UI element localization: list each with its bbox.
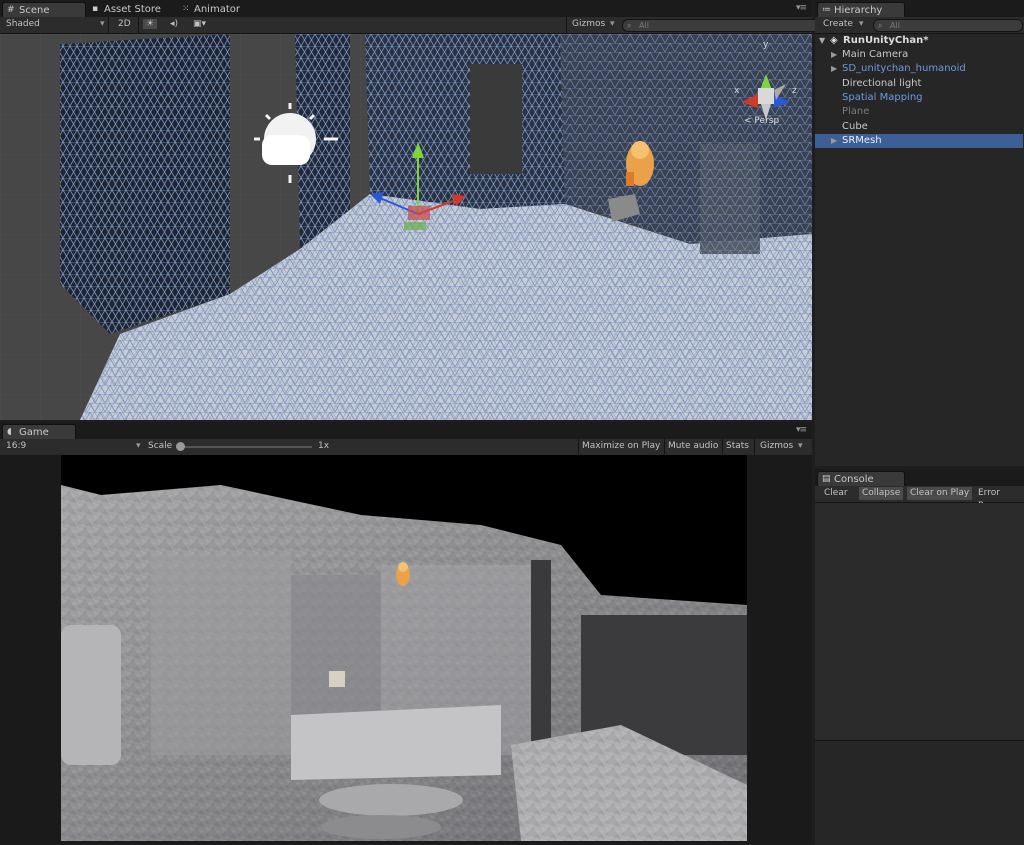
scene-audio-icon[interactable]: ◂) [170, 19, 178, 29]
scene-search-input[interactable]: ⌕ All [622, 19, 826, 32]
tab-asset-store-label: Asset Store [104, 4, 161, 15]
game-icon: ◖ [7, 427, 12, 437]
aspect-dropdown[interactable]: 16:9 [6, 441, 26, 451]
hierarchy-item[interactable]: Directional light [815, 77, 1023, 91]
mute-audio-toggle[interactable]: Mute audio [668, 441, 718, 451]
console-log-area[interactable] [815, 503, 1024, 739]
console-tabbar: ▤ Console [815, 469, 1024, 487]
game-toolbar: 16:9 ▾ Scale 1x Maximize on Play Mute au… [0, 439, 812, 456]
scene-toolbar: Shaded ▾ 2D ☀ ◂) ▣▾ Gizmos ▾ ⌕ All [0, 17, 826, 34]
hierarchy-item-label: SRMesh [842, 134, 882, 146]
draw-mode-dropdown[interactable]: Shaded [6, 19, 40, 29]
gizmos-arrow-icon: ▾ [610, 19, 615, 29]
tab-animator-label: Animator [194, 4, 240, 15]
tab-console[interactable]: ▤ Console [817, 471, 905, 487]
console-error-pause-toggle[interactable]: Error Pause [975, 487, 1024, 511]
panel-menu-icon[interactable]: ▾≡ [796, 3, 807, 13]
tab-game-label: Game [19, 427, 49, 438]
console-detail-area[interactable] [815, 740, 1024, 845]
hierarchy-item[interactable]: Plane [815, 105, 1023, 119]
scale-value: 1x [318, 441, 330, 451]
gizmo-axis-z: z [792, 86, 797, 96]
hierarchy-item-label: SD_unitychan_humanoid [842, 63, 966, 75]
projection-value: Persp [754, 116, 780, 126]
scene-tabbar: # Scene ▪ Asset Store ⁙ Animator ▾≡ [0, 0, 812, 18]
hierarchy-item[interactable]: ▶ Main Camera [815, 48, 1023, 62]
tab-animator[interactable]: ⁙ Animator [178, 2, 264, 17]
console-collapse-toggle[interactable]: Collapse [859, 487, 904, 500]
hierarchy-item[interactable]: Cube [815, 120, 1023, 134]
hierarchy-item[interactable]: ▶ SRMesh [815, 133, 1023, 148]
hierarchy-item-label: Plane [842, 106, 870, 118]
projection-label[interactable]: < Persp [744, 116, 779, 126]
hierarchy-search-placeholder: All [890, 21, 900, 30]
scene-viewport[interactable]: y x z < Persp [0, 34, 812, 420]
hierarchy-item[interactable]: ▶ SD_unitychan_humanoid [815, 62, 1023, 76]
maximize-on-play-toggle[interactable]: Maximize on Play [582, 441, 660, 451]
hierarchy-item-label: Spatial Mapping [842, 91, 923, 103]
create-dropdown[interactable]: Create [823, 19, 853, 29]
scene-lighting-icon[interactable]: ☀ [143, 19, 158, 29]
game-render [61, 455, 747, 841]
tab-hierarchy-label: Hierarchy [834, 5, 883, 16]
console-panel: ▤ Console Clear Collapse Clear on Play E… [815, 469, 1024, 845]
hierarchy-icon: ≔ [822, 5, 831, 15]
unity-scene-icon: ◈ [830, 35, 838, 46]
game-tabbar: ◖ Game ▾≡ [0, 422, 812, 440]
bag-icon: ▪ [92, 4, 99, 14]
toggle-2d-button[interactable]: 2D [118, 19, 131, 29]
tab-scene-label: Scene [19, 5, 50, 16]
console-clear-on-play-toggle[interactable]: Clear on Play [907, 487, 973, 500]
scene-root-row[interactable]: ▼ ◈ RunUnityChan* [815, 34, 1023, 48]
hierarchy-item-label: Directional light [842, 77, 922, 89]
tab-console-label: Console [834, 474, 874, 485]
scale-slider-track[interactable] [180, 446, 312, 448]
search-icon: ⌕ [627, 21, 632, 30]
expand-arrow-icon[interactable]: ▶ [831, 134, 837, 148]
gizmo-axis-y: y [763, 40, 769, 50]
tab-game[interactable]: ◖ Game [2, 424, 76, 440]
console-clear-button[interactable]: Clear [821, 487, 851, 500]
aspect-arrow-icon: ▾ [136, 441, 141, 451]
game-gizmos-arrow-icon: ▾ [798, 441, 803, 451]
scene-render [0, 34, 812, 420]
hierarchy-item[interactable]: Spatial Mapping [815, 91, 1023, 105]
scene-name: RunUnityChan* [843, 35, 929, 46]
scale-label: Scale [148, 441, 173, 451]
game-panel-menu-icon[interactable]: ▾≡ [796, 425, 807, 435]
scene-effects-icon[interactable]: ▣▾ [193, 19, 206, 29]
animator-icon: ⁙ [182, 4, 190, 14]
scene-gizmos-dropdown[interactable]: Gizmos [572, 19, 605, 29]
tab-asset-store[interactable]: ▪ Asset Store [88, 2, 180, 17]
game-viewport[interactable] [0, 455, 812, 844]
game-gizmos-dropdown[interactable]: Gizmos [760, 441, 793, 451]
hierarchy-toolbar: Create ▾ ⌕ All [815, 17, 1024, 34]
hierarchy-panel: ≔ Hierarchy Create ▾ ⌕ All ▼ ◈ RunUnityC… [815, 0, 1024, 466]
console-icon: ▤ [822, 474, 831, 484]
gizmo-axis-x: x [734, 86, 740, 96]
tab-hierarchy[interactable]: ≔ Hierarchy [817, 2, 905, 18]
scale-slider-thumb[interactable] [176, 442, 185, 451]
expand-arrow-icon[interactable]: ▶ [831, 48, 837, 62]
expand-arrow-icon[interactable]: ▶ [831, 62, 837, 76]
tab-scene[interactable]: # Scene [2, 2, 86, 18]
scene-search-placeholder: All [639, 21, 649, 30]
draw-mode-arrow-icon: ▾ [100, 19, 105, 29]
hierarchy-item-label: Main Camera [842, 49, 909, 60]
expand-arrow-icon[interactable]: ▼ [819, 34, 825, 48]
game-render-image [61, 455, 747, 841]
create-arrow-icon: ▾ [859, 19, 864, 29]
hierarchy-search-input[interactable]: ⌕ All [873, 19, 1023, 32]
stats-toggle[interactable]: Stats [726, 441, 749, 451]
console-toolbar: Clear Collapse Clear on Play Error Pause [815, 486, 1024, 511]
hierarchy-search-icon: ⌕ [878, 21, 883, 30]
hash-icon: # [7, 5, 15, 15]
hierarchy-item-label: Cube [842, 120, 868, 132]
hierarchy-tabbar: ≔ Hierarchy [815, 0, 1024, 18]
